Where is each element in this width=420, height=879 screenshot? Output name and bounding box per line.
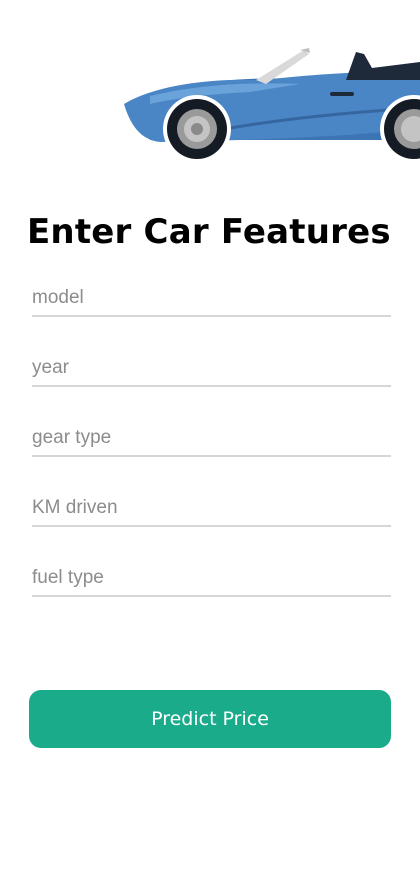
year-field[interactable] [32,351,391,387]
predict-price-button[interactable]: Predict Price [29,690,391,748]
gear-type-input[interactable] [32,421,391,455]
fuel-type-field[interactable] [32,561,391,597]
model-input[interactable] [32,281,391,315]
gear-type-field[interactable] [32,421,391,457]
page-title: Enter Car Features [27,212,391,252]
km-driven-input[interactable] [32,491,391,525]
year-input[interactable] [32,351,391,385]
km-driven-field[interactable] [32,491,391,527]
fuel-type-input[interactable] [32,561,391,595]
hero-illustration [0,0,420,180]
convertible-car-icon [124,48,420,163]
model-field[interactable] [32,281,391,317]
